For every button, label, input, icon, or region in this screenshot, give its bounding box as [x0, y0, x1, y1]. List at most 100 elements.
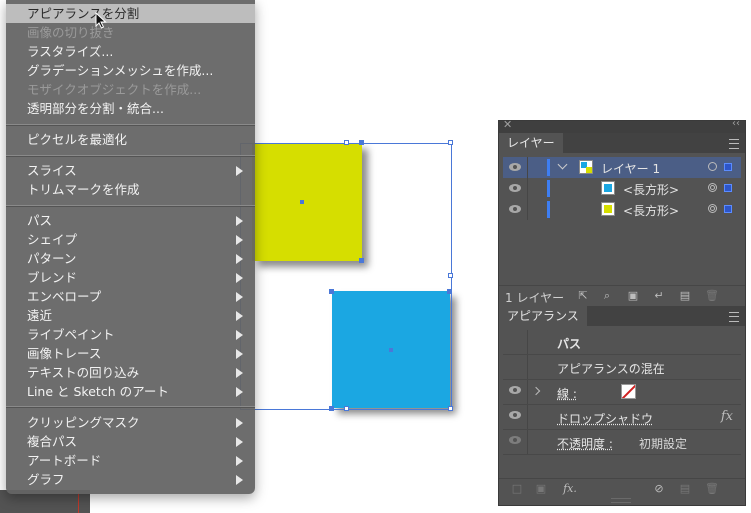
menu-item-envelope[interactable]: エンベロープ [6, 287, 255, 306]
menu-item-graph[interactable]: グラフ [6, 470, 255, 489]
trash-icon: 🗑 [705, 289, 719, 302]
menu-separator [6, 406, 255, 408]
menu-item-blend[interactable]: ブレンド [6, 268, 255, 287]
target-circle-icon[interactable] [708, 204, 717, 213]
anchor-point[interactable] [329, 289, 334, 294]
selection-indicator[interactable] [724, 184, 732, 192]
menu-item-label: 遠近 [27, 308, 53, 323]
panel-titlebar[interactable]: ✕ ‹‹ [499, 118, 745, 133]
visibility-eye-icon[interactable] [509, 411, 521, 419]
add-effect-fx-icon[interactable]: fx. [561, 483, 579, 495]
menu-item-label: ブレンド [27, 270, 78, 285]
new-layer-icon[interactable]: ▤ [679, 290, 691, 302]
visibility-eye-icon[interactable] [509, 184, 521, 192]
layer-name[interactable]: <長方形> [623, 202, 679, 219]
bbox-handle[interactable] [448, 140, 453, 145]
anchor-point[interactable] [359, 258, 364, 263]
layer-row-rect-yellow[interactable]: <長方形> [503, 199, 741, 220]
menu-item-compound-path[interactable]: 複合パス [6, 432, 255, 451]
menu-item-artboards[interactable]: アートボード [6, 451, 255, 470]
appearance-blend-row: アピアランスの混在 [503, 355, 741, 380]
collapse-icon[interactable]: ‹‹ [732, 118, 740, 129]
layer-name[interactable]: <長方形> [623, 181, 679, 198]
panel-dock: ✕ ‹‹ レイヤー レイヤー 1 <長方形> <長方形> 1 レイヤー ⇱ ⌕ … [498, 118, 746, 506]
opacity-value: 初期設定 [639, 437, 688, 451]
tab-layers[interactable]: レイヤー [499, 133, 563, 153]
anchor-point[interactable] [329, 406, 334, 411]
clipping-mask-icon[interactable]: ▣ [627, 290, 639, 302]
layer-name[interactable]: レイヤー 1 [601, 160, 660, 177]
visibility-eye-icon[interactable] [509, 436, 521, 444]
menu-item-rasterize[interactable]: ラスタライズ... [6, 42, 255, 61]
menu-item-shape[interactable]: シェイプ [6, 230, 255, 249]
export-icon[interactable]: ⇱ [577, 290, 589, 302]
target-circle-icon[interactable] [708, 162, 717, 171]
bbox-handle[interactable] [344, 406, 349, 411]
chevron-down-icon[interactable] [557, 159, 568, 170]
submenu-arrow-icon [236, 456, 243, 466]
appearance-effect-row[interactable]: ドロップシャドウ fx [503, 405, 741, 430]
layers-tabbar: レイヤー [499, 133, 745, 153]
eye-column [503, 330, 528, 354]
fx-icon[interactable]: fx [721, 409, 733, 424]
menu-item-expand-appearance[interactable]: アピアランスを分割 [6, 4, 255, 23]
appearance-opacity-row[interactable]: 不透明度 : 初期設定 [503, 430, 741, 455]
add-fill-icon[interactable]: ▣ [535, 483, 547, 495]
menu-item-live-paint[interactable]: ライブペイント [6, 325, 255, 344]
close-icon[interactable]: ✕ [503, 118, 512, 131]
menu-item-flatten-transparency[interactable]: 透明部分を分割・統合... [6, 99, 255, 118]
new-sublayer-icon[interactable]: ↵ [653, 290, 665, 302]
bbox-handle[interactable] [448, 273, 453, 278]
menu-item-text-wrap[interactable]: テキストの回り込み [6, 363, 255, 382]
visibility-eye-icon[interactable] [509, 386, 521, 394]
panel-menu-icon[interactable] [729, 312, 739, 322]
add-stroke-icon[interactable]: □ [511, 483, 523, 495]
tab-appearance[interactable]: アピアランス [499, 306, 587, 326]
appearance-mixed-label: アピアランスの混在 [557, 362, 665, 376]
visibility-eye-icon[interactable] [509, 163, 521, 171]
chevron-right-icon[interactable] [531, 386, 541, 396]
stroke-none-swatch[interactable] [621, 384, 636, 399]
menu-item-label: スライス [27, 163, 77, 178]
appearance-tabbar: アピアランス [499, 306, 745, 326]
menu-item-perspective[interactable]: 遠近 [6, 306, 255, 325]
visibility-eye-icon[interactable] [509, 205, 521, 213]
menu-item-slice[interactable]: スライス [6, 161, 255, 180]
menu-item-label: パターン [27, 251, 77, 266]
panel-menu-icon[interactable] [729, 139, 739, 149]
bbox-handle[interactable] [448, 406, 453, 411]
menu-item-create-gradient-mesh[interactable]: グラデーションメッシュを作成... [6, 61, 255, 80]
layer-row-layer1[interactable]: レイヤー 1 [503, 157, 741, 178]
trash-icon: 🗑 [705, 482, 719, 495]
opacity-label[interactable]: 不透明度 : [557, 435, 613, 452]
menu-item-pixel-optimize[interactable]: ピクセルを最適化 [6, 130, 255, 149]
menu-item-trim-marks[interactable]: トリムマークを作成 [6, 180, 255, 199]
bbox-handle[interactable] [344, 140, 349, 145]
anchor-point[interactable] [359, 140, 364, 145]
menu-item-path[interactable]: パス [6, 211, 255, 230]
menu-item-label: エンベロープ [27, 289, 102, 304]
drop-shadow-label[interactable]: ドロップシャドウ [557, 410, 653, 427]
selection-indicator[interactable] [724, 163, 732, 171]
menu-item-line-sketch-art[interactable]: Line と Sketch のアート [6, 382, 255, 401]
menu-item-pattern[interactable]: パターン [6, 249, 255, 268]
selection-indicator[interactable] [724, 205, 732, 213]
clear-appearance-icon[interactable]: ⊘ [653, 483, 665, 495]
context-menu: アピアランスを分割 画像の切り抜き ラスタライズ... グラデーションメッシュを… [6, 0, 255, 494]
menu-item-label: アートボード [27, 453, 102, 468]
anchor-point[interactable] [447, 289, 452, 294]
resize-grip[interactable] [611, 498, 631, 503]
search-icon[interactable]: ⌕ [601, 290, 613, 302]
submenu-arrow-icon [236, 349, 243, 359]
object-thumbnail [601, 181, 615, 195]
menu-item-create-mosaic: モザイクオブジェクトを作成... [27, 82, 202, 97]
menu-item-label: パス [27, 213, 53, 228]
menu-item-image-trace[interactable]: 画像トレース [6, 344, 255, 363]
column-divider [527, 199, 528, 220]
target-circle-icon[interactable] [708, 183, 717, 192]
submenu-arrow-icon [236, 368, 243, 378]
stroke-label[interactable]: 線 : [557, 385, 577, 402]
layer-row-rect-blue[interactable]: <長方形> [503, 178, 741, 199]
appearance-stroke-row[interactable]: 線 : [503, 380, 741, 405]
menu-item-clipping-mask[interactable]: クリッピングマスク [6, 413, 255, 432]
